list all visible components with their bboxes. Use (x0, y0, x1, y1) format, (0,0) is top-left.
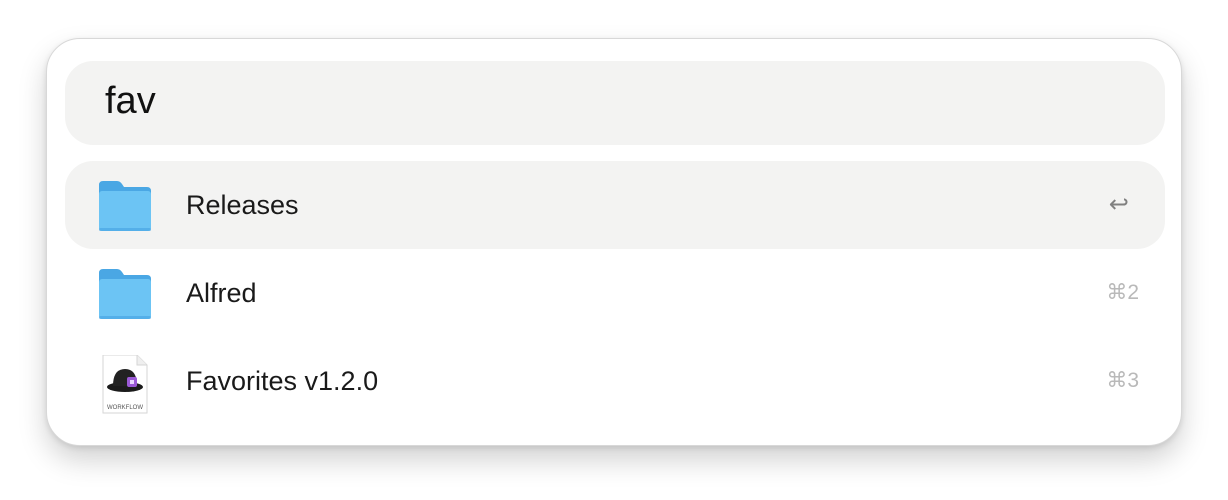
result-title: Alfred (186, 278, 257, 308)
result-row-favorites[interactable]: WORKFLOW Favorites v1.2.0 ⌘3 (65, 337, 1165, 425)
result-row-alfred[interactable]: Alfred ⌘2 (65, 249, 1165, 337)
workflow-file-icon: WORKFLOW (97, 354, 153, 414)
search-field[interactable]: fav (65, 61, 1165, 145)
shortcut-hint: ⌘3 (1106, 369, 1139, 392)
alfred-launcher-window: fav Releases ↩ Alfred ⌘2 WORKFLOW Favori… (46, 38, 1182, 446)
result-row-releases[interactable]: Releases ↩ (65, 161, 1165, 249)
result-title: Releases (186, 190, 299, 220)
result-title: Favorites v1.2.0 (186, 366, 379, 396)
folder-icon (97, 179, 153, 235)
search-input[interactable]: fav (105, 77, 156, 125)
shortcut-hint: ⌘2 (1106, 281, 1139, 304)
workflow-caption: WORKFLOW (107, 405, 143, 411)
folder-icon (97, 267, 153, 323)
return-key-icon: ↩ (1108, 191, 1129, 218)
